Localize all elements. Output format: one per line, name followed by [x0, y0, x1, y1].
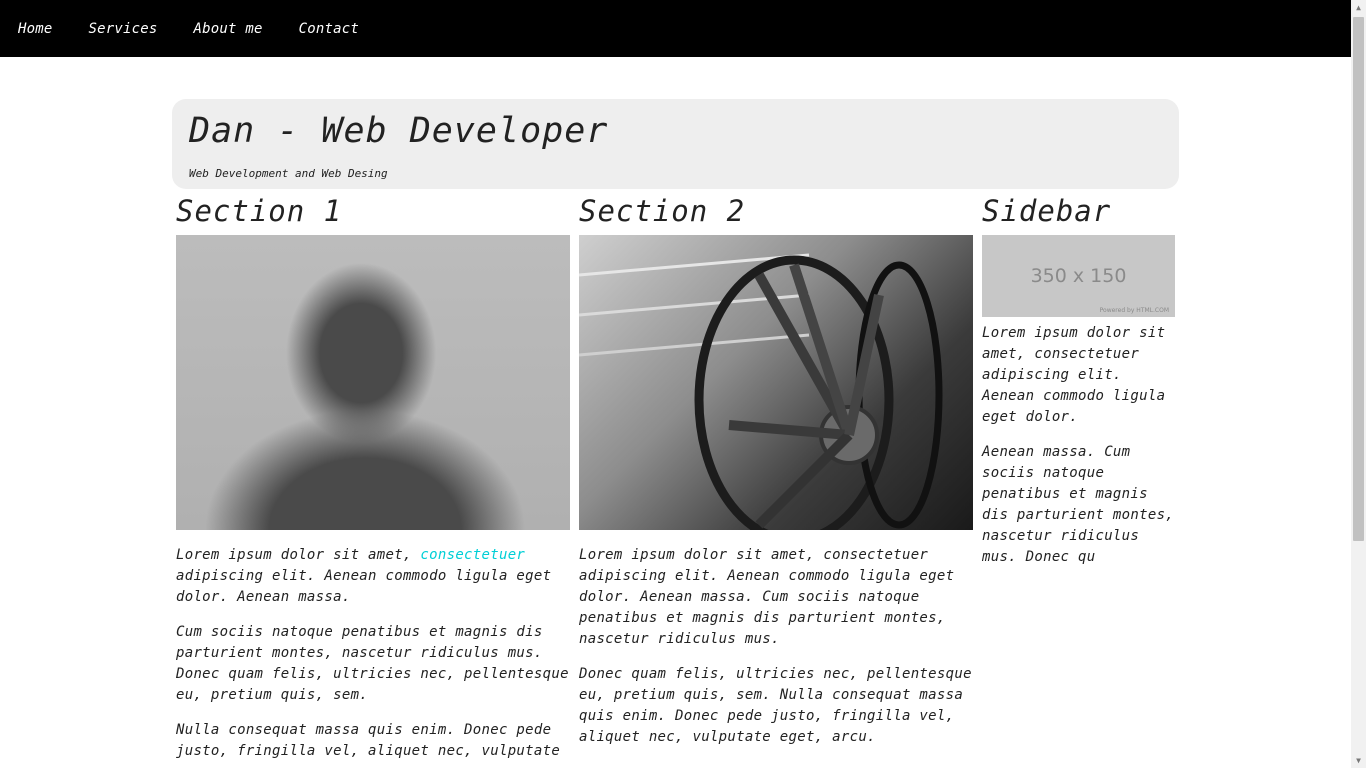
section-2: Section 2 Lorem ipsum dolor sit amet, co… — [579, 195, 973, 762]
sidebar: Sidebar 350 x 150 Powered by HTML.COM Lo… — [982, 195, 1176, 582]
sidebar-text: Lorem ipsum dolor sit amet, consectetuer… — [982, 323, 1176, 568]
section-1-paragraph-1: Lorem ipsum dolor sit amet, consectetuer… — [176, 547, 552, 605]
vertical-scrollbar[interactable]: ▲ ▼ — [1351, 0, 1366, 768]
site-title: Dan - Web Developer — [189, 111, 609, 151]
scroll-up-arrow-icon[interactable]: ▲ — [1351, 0, 1366, 15]
section-1-paragraph-2: Cum sociis natoque penatibus et magnis d… — [176, 624, 569, 703]
nav-services-link[interactable]: Services — [89, 21, 158, 37]
sidebar-placeholder-image: 350 x 150 Powered by HTML.COM — [982, 235, 1175, 317]
wagon-wheel-image — [579, 253, 943, 530]
section-1-title: Section 1 — [176, 194, 343, 228]
section-1-image — [176, 235, 570, 530]
consectetuer-link[interactable]: consectetuer — [420, 547, 525, 563]
section-2-title: Section 2 — [579, 194, 746, 228]
nav-about-link[interactable]: About me — [194, 21, 263, 37]
placeholder-dimensions: 350 x 150 — [1030, 265, 1127, 287]
section-2-paragraph-1: Lorem ipsum dolor sit amet, consectetuer… — [579, 547, 955, 647]
page: Home Services About me Contact Dan - Web… — [0, 0, 1351, 768]
section-2-paragraph-2: Donec quam felis, ultricies nec, pellent… — [579, 666, 972, 745]
scrollbar-thumb[interactable] — [1353, 17, 1364, 541]
sidebar-paragraph-1: Lorem ipsum dolor sit amet, consectetuer… — [982, 325, 1166, 425]
scroll-down-arrow-icon[interactable]: ▼ — [1351, 753, 1366, 768]
placeholder-powered-by: Powered by HTML.COM — [1099, 307, 1169, 314]
site-subtitle: Web Development and Web Desing — [189, 167, 388, 180]
nav-contact-link[interactable]: Contact — [299, 21, 359, 37]
site-header: Dan - Web Developer Web Development and … — [172, 99, 1179, 189]
section-1-text: Lorem ipsum dolor sit amet, consectetuer… — [176, 545, 570, 762]
sidebar-paragraph-2: Aenean massa. Cum sociis natoque penatib… — [982, 444, 1175, 565]
section-1: Section 1 Lorem ipsum dolor sit amet, co… — [176, 195, 570, 768]
top-navbar: Home Services About me Contact — [0, 0, 1351, 57]
nav-home-link[interactable]: Home — [18, 21, 53, 37]
section-2-image — [579, 235, 973, 530]
sidebar-title: Sidebar — [982, 194, 1112, 228]
section-1-paragraph-3: Nulla consequat massa quis enim. Donec p… — [176, 722, 561, 759]
section-2-text: Lorem ipsum dolor sit amet, consectetuer… — [579, 545, 973, 748]
